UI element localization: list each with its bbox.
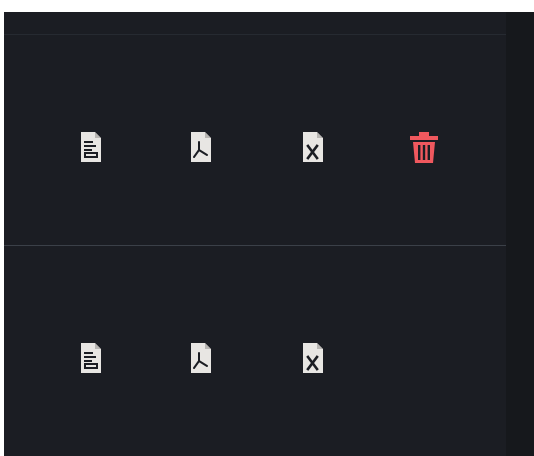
excel-file-icon xyxy=(303,132,323,162)
table-row xyxy=(4,246,506,456)
table-panel xyxy=(4,12,506,456)
document-icon xyxy=(81,132,101,162)
delete-button[interactable] xyxy=(408,130,440,164)
document-icon xyxy=(81,343,101,373)
export-document-button[interactable] xyxy=(78,341,104,375)
export-pdf-button[interactable] xyxy=(188,341,214,375)
scrollbar-track[interactable] xyxy=(506,12,534,456)
export-excel-button[interactable] xyxy=(300,341,326,375)
export-excel-button[interactable] xyxy=(300,130,326,164)
screen xyxy=(0,0,534,456)
trash-icon xyxy=(410,132,438,163)
export-pdf-button[interactable] xyxy=(188,130,214,164)
excel-file-icon xyxy=(303,343,323,373)
pdf-file-icon xyxy=(191,343,211,373)
table-row xyxy=(4,35,506,245)
pdf-file-icon xyxy=(191,132,211,162)
export-document-button[interactable] xyxy=(78,130,104,164)
